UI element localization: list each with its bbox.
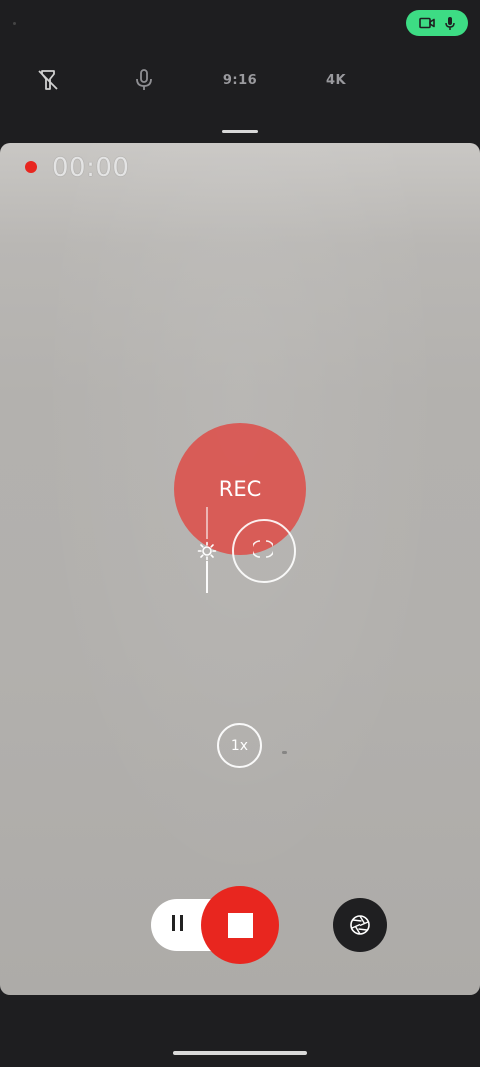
aspect-ratio-button[interactable]: 9:16 (220, 58, 260, 102)
focus-reticle-icon (253, 540, 273, 558)
zoom-button[interactable]: 1x (217, 723, 262, 768)
exposure-slider-track-bottom[interactable] (206, 561, 208, 593)
recording-timer: 00:00 (52, 153, 130, 183)
camera-screen: 9:16 4K 00:00 REC 1x (0, 0, 480, 1067)
pause-icon (172, 915, 183, 931)
flash-toggle[interactable] (30, 58, 66, 102)
viewfinder[interactable]: 00:00 REC 1x (0, 143, 480, 995)
recording-dot (25, 161, 37, 173)
shutter-icon (350, 915, 370, 935)
rec-label: REC (218, 477, 262, 501)
resolution-button[interactable]: 4K (318, 58, 354, 102)
snapshot-button[interactable] (333, 898, 387, 952)
flash-off-icon (38, 70, 58, 90)
mic-icon (136, 69, 152, 90)
scene-speck (282, 751, 287, 754)
stop-button[interactable] (201, 886, 279, 964)
stop-icon (227, 912, 253, 938)
settings-drawer-handle[interactable] (222, 130, 258, 133)
exposure-slider-track-top[interactable] (206, 507, 208, 539)
mic-icon (445, 16, 455, 30)
sun-icon[interactable] (197, 541, 217, 561)
top-toolbar: 9:16 4K (0, 58, 480, 102)
mic-toggle[interactable] (128, 58, 160, 102)
privacy-indicator (406, 10, 468, 36)
status-dot (13, 22, 16, 25)
home-indicator[interactable] (173, 1051, 307, 1055)
videocam-icon (419, 17, 435, 29)
